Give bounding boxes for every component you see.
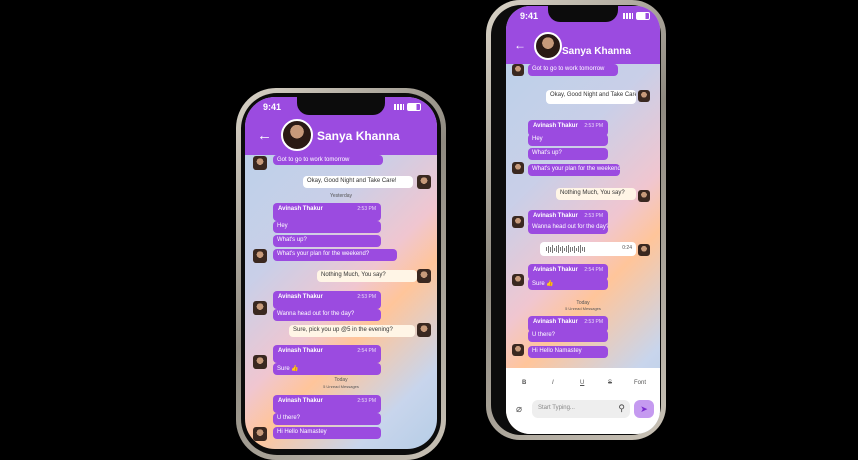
sender-avatar [253,249,267,263]
incoming-message[interactable]: Hey [273,221,381,233]
incoming-message[interactable]: U there? [528,330,608,342]
outgoing-message[interactable]: Okay, Good Night and Take Care! [546,90,636,104]
notch [297,97,385,115]
status-time: 9:41 [520,11,539,21]
signal-icon [623,13,633,19]
my-avatar [638,190,650,202]
notch [548,6,618,22]
sender-avatar [512,216,524,228]
sender-name: Avinash Thakur [533,123,578,129]
my-avatar [638,90,650,102]
incoming-message[interactable]: Sure 👍 [528,278,608,290]
sender-avatar [253,355,267,369]
outgoing-message[interactable]: Okay, Good Night and Take Care! [303,176,413,188]
message-time: 2:53 PM [584,123,603,129]
message-time: 2:53 PM [584,319,603,325]
outgoing-message[interactable]: Sure, pick you up @5 in the evening? [289,325,415,337]
outgoing-message[interactable]: Nothing Much, You say? [556,188,636,200]
input-placeholder: Start Typing... [538,405,575,411]
outgoing-message[interactable]: Nothing Much, You say? [317,270,417,282]
back-arrow-icon[interactable]: ← [257,127,272,144]
message-input[interactable]: Start Typing... ⚲ [532,400,630,418]
incoming-message[interactable]: Got to go to work tomorrow [528,64,618,76]
microphone-icon[interactable]: ⚲ [618,403,625,414]
message-card[interactable]: Avinash Thakur 2:53 PM [273,395,381,413]
message-time: 2:54 PM [357,348,376,354]
date-divider: Today [334,377,348,383]
sender-name: Avinash Thakur [533,213,578,219]
battery-icon [407,103,421,111]
incoming-message[interactable]: Wanna head out for the day? [528,222,608,234]
my-avatar [638,244,650,256]
unread-count: 5 Unread Messages [323,384,359,389]
send-icon: ➤ [640,404,648,414]
unread-count: 5 Unread Messages [565,306,601,311]
message-time: 2:53 PM [357,398,376,404]
audio-message[interactable]: 0:24 [540,242,636,256]
sender-avatar [512,344,524,356]
message-card[interactable]: Avinash Thakur 2:54 PM [273,345,381,363]
font-button[interactable]: Font [634,380,646,386]
sender-avatar [512,64,524,76]
back-arrow-icon[interactable]: ← [514,38,526,52]
contact-avatar[interactable] [534,32,562,60]
send-button[interactable]: ➤ [634,400,654,418]
sender-name: Avinash Thakur [278,348,323,354]
my-avatar [417,175,431,189]
sender-avatar [512,162,524,174]
message-composer: B I U S Font ⌀ Start Typing... ⚲ ➤ [506,368,660,434]
sender-name: Avinash Thakur [533,319,578,325]
phone-left: 9:41 ← Sanya Khanna Got to go to work to… [236,88,446,460]
incoming-message[interactable]: What's your plan for the weekend? [273,249,397,261]
incoming-message[interactable]: Sure 👍 [273,363,381,375]
phone-left-screen: 9:41 ← Sanya Khanna Got to go to work to… [245,97,437,449]
my-avatar [417,269,431,283]
status-time: 9:41 [263,102,282,112]
message-time: 2:53 PM [584,213,603,219]
message-time: 2:53 PM [357,206,376,212]
bold-button[interactable]: B [522,380,526,386]
strikethrough-button[interactable]: S [608,380,612,386]
message-card[interactable]: Avinash Thakur 2:53 PM [273,291,381,309]
audio-waveform [546,245,585,253]
message-time: 2:53 PM [357,294,376,300]
paperclip-icon[interactable]: ⌀ [516,404,522,415]
incoming-message[interactable]: Hi Hello Namastey [528,346,608,358]
sender-avatar [253,156,267,170]
sender-name: Avinash Thakur [278,294,323,300]
incoming-message[interactable]: Hi Hello Namastey [273,427,381,439]
my-avatar [417,323,431,337]
sender-name: Avinash Thakur [278,206,323,212]
incoming-message[interactable]: What's up? [528,148,608,160]
sender-avatar [253,301,267,315]
signal-icon [394,104,404,110]
message-time: 2:54 PM [584,267,603,273]
sender-name: Avinash Thakur [278,398,323,404]
incoming-message[interactable]: Wanna head out for the day? [273,309,381,321]
contact-name[interactable]: Sanya Khanna [562,46,631,57]
incoming-message[interactable]: What's your plan for the weekend? [528,164,620,176]
battery-icon [636,12,650,20]
sender-avatar [253,427,267,441]
incoming-message[interactable]: What's up? [273,235,381,247]
incoming-message[interactable]: U there? [273,413,381,425]
phone-right: 9:41 ← Sanya Khanna Got to go to work to… [486,0,666,440]
sender-avatar [512,274,524,286]
audio-duration: 0:24 [622,245,632,251]
underline-button[interactable]: U [580,380,584,386]
date-divider: Yesterday [329,193,353,199]
sender-name: Avinash Thakur [533,267,578,273]
incoming-message[interactable]: Hey [528,134,608,146]
message-card[interactable]: Avinash Thakur 2:53 PM [273,203,381,221]
incoming-message[interactable]: Got to go to work tomorrow [273,155,383,165]
contact-name[interactable]: Sanya Khanna [317,129,400,143]
phone-right-screen: 9:41 ← Sanya Khanna Got to go to work to… [506,6,660,434]
italic-button[interactable]: I [552,380,554,386]
contact-avatar[interactable] [281,119,313,151]
